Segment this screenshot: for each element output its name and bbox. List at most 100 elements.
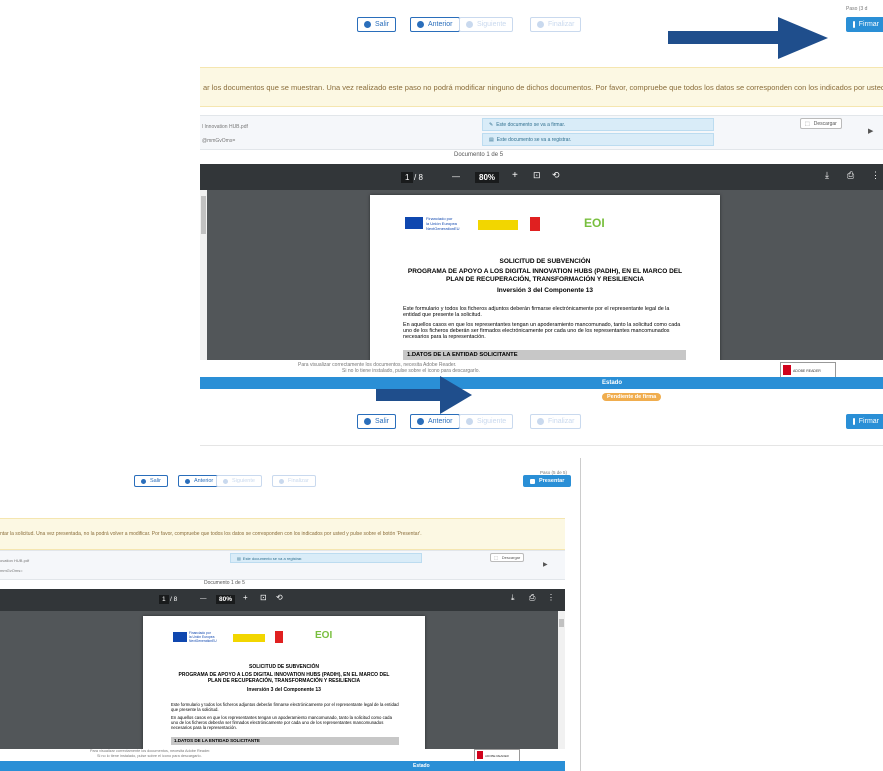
reader-notice-row: Para visualizar correctamente los docume… — [0, 749, 565, 762]
exit-icon — [141, 478, 146, 484]
zoom-in-icon[interactable]: + — [243, 593, 248, 602]
descargar-button[interactable]: ⬚ Descargar — [800, 118, 842, 129]
siguiente-label: Siguiente — [477, 418, 507, 425]
document-hash: mmGvOms= — [0, 568, 23, 573]
registrar-notice: ▤ Este documento se va a registrar. — [230, 553, 422, 563]
adobe-label: ADOBE READER — [793, 369, 821, 373]
eoi-logo: EOI — [315, 630, 333, 641]
zoom-out-icon[interactable]: — — [200, 595, 207, 602]
register-icon: ▤ — [237, 555, 241, 561]
doc-title-1: SOLICITUD DE SUBVENCIÓN — [248, 664, 319, 670]
estado-header: Estado — [0, 761, 565, 771]
firmar-label: Firmar — [858, 21, 879, 28]
firmar-notice: ✎ Este documento se va a firmar. — [482, 118, 714, 131]
pen-icon: ✎ — [489, 121, 494, 128]
pen-icon — [853, 418, 855, 425]
adobe-reader-download[interactable]: ADOBE READER — [780, 362, 836, 378]
anterior-button-bottom[interactable]: Anterior — [410, 414, 460, 429]
print-icon[interactable]: ⎙ — [529, 593, 535, 603]
firmar-button[interactable]: Firmar — [846, 17, 883, 32]
reader-note-2: Si no lo tiene instalado, pulse sobre el… — [97, 754, 202, 758]
descargar-label: Descargar — [501, 555, 521, 560]
doc-paragraph-2: En aquellos casos en que los representan… — [403, 322, 681, 340]
salir-label: Salir — [375, 418, 390, 425]
download-icon: ⬚ — [494, 555, 498, 560]
pdf-page-input[interactable]: 1 — [401, 172, 414, 183]
finalizar-label: Finalizar — [548, 21, 575, 28]
registrar-notice-text: Este documento se va a registrar. — [242, 555, 303, 561]
scrollbar[interactable] — [200, 190, 207, 360]
warning-banner: ar los documentos que se muestran. Una v… — [200, 67, 883, 107]
finalizar-button[interactable]: Finalizar — [272, 475, 316, 487]
anterior-button[interactable]: Anterior — [178, 475, 221, 487]
eu-line-3: NextGenerationEU — [426, 226, 460, 231]
download-icon[interactable]: ⤓ — [511, 593, 515, 603]
recovery-plan-logo — [275, 631, 283, 643]
arrow-pointer-icon — [376, 376, 472, 414]
doc-paragraph-1: Este formulario y todos los ficheros adj… — [171, 702, 399, 712]
pdf-viewer[interactable]: Financiado por la Unión Europea NextGene… — [0, 611, 565, 749]
adobe-icon — [477, 751, 483, 759]
anterior-label: Anterior — [194, 478, 214, 484]
eu-logo-text: Financiado por la Unión Europea NextGene… — [189, 631, 217, 643]
government-logo — [233, 634, 265, 642]
zoom-in-icon[interactable]: + — [512, 170, 518, 181]
download-icon[interactable]: ⤓ — [825, 170, 829, 181]
presentar-button[interactable]: Presentar — [523, 475, 572, 487]
pdf-toolbar: 1 / 8 — 80% + ⊡ ⟲ ⤓ ⎙ ⋮ — [0, 589, 565, 611]
siguiente-button[interactable]: Siguiente — [216, 475, 262, 487]
zoom-out-icon[interactable]: — — [452, 172, 460, 181]
print-icon[interactable]: ⎙ — [847, 170, 854, 181]
descargar-button[interactable]: ⬚ Descargar — [490, 553, 525, 562]
estado-header: Estado — [200, 377, 883, 389]
rotate-icon[interactable]: ⟲ — [552, 170, 560, 181]
anterior-button[interactable]: Anterior — [410, 17, 460, 32]
document-filename: l Innovation HUB.pdf — [202, 124, 248, 130]
registrar-notice: ▤ Este documento se va a registrar. — [482, 133, 714, 146]
siguiente-button[interactable]: Siguiente — [459, 17, 514, 32]
siguiente-button-bottom[interactable]: Siguiente — [459, 414, 514, 429]
pdf-page-total: / 8 — [170, 596, 178, 603]
finalizar-button-bottom[interactable]: Finalizar — [530, 414, 582, 429]
arrow-pointer-icon — [668, 17, 828, 59]
rotate-icon[interactable]: ⟲ — [276, 593, 283, 602]
step-label: Paso (3 d — [846, 6, 868, 12]
finish-icon — [537, 21, 544, 28]
warning-text: ntar la solicitud. Una vez presentada, n… — [0, 531, 422, 537]
pdf-page-input[interactable]: 1 — [159, 595, 169, 604]
scrollbar-thumb[interactable] — [201, 196, 206, 234]
doc-title-3: PLAN DE RECUPERACIÓN, TRANSFORMACIÓN Y R… — [445, 276, 645, 283]
doc-section-header: 1.DATOS DE LA ENTIDAD SOLICITANTE — [403, 350, 686, 360]
salir-button[interactable]: Salir — [134, 475, 169, 487]
expand-arrow-icon[interactable]: ▶ — [868, 127, 873, 135]
pdf-zoom-input[interactable]: 80% — [216, 595, 236, 604]
recovery-plan-logo — [530, 217, 540, 231]
finalizar-button[interactable]: Finalizar — [530, 17, 582, 32]
presentar-label: Presentar — [539, 478, 565, 484]
pdf-toolbar: 1 / 8 — 80% + ⊡ ⟲ ⤓ ⎙ ⋮ — [200, 164, 883, 190]
pdf-zoom-input[interactable]: 80% — [475, 172, 500, 183]
scrollbar[interactable] — [558, 611, 565, 749]
firmar-button-bottom[interactable]: Firmar — [846, 414, 883, 429]
scrollbar-thumb[interactable] — [559, 619, 564, 627]
more-options-icon[interactable]: ⋮ — [547, 593, 555, 602]
expand-arrow-icon[interactable]: ▶ — [543, 561, 548, 568]
siguiente-label: Siguiente — [232, 478, 255, 484]
salir-button[interactable]: Salir — [357, 17, 397, 32]
siguiente-label: Siguiente — [477, 21, 507, 28]
document-info-row: ovation HUB.pdf mmGvOms= ▤ Este documento… — [0, 550, 565, 580]
reader-note-2: Si no lo tiene instalado, pulse sobre el… — [342, 368, 480, 374]
pdf-viewer[interactable]: Financiado por la Unión Europea NextGene… — [200, 190, 883, 360]
doc-title-3: PLAN DE RECUPERACIÓN, TRANSFORMACIÓN Y R… — [207, 678, 361, 684]
anterior-label: Anterior — [428, 418, 453, 425]
salir-button-bottom[interactable]: Salir — [357, 414, 397, 429]
fit-page-icon[interactable]: ⊡ — [533, 170, 541, 181]
anterior-label: Anterior — [428, 21, 453, 28]
salir-label: Salir — [375, 21, 390, 28]
pdf-page: Financiado por la Unión Europea NextGene… — [370, 195, 720, 360]
register-icon: ▤ — [489, 136, 494, 143]
doc-title-1: SOLICITUD DE SUBVENCIÓN — [499, 258, 591, 265]
pdf-page-total: / 8 — [414, 173, 423, 182]
more-options-icon[interactable]: ⋮ — [871, 170, 880, 181]
fit-page-icon[interactable]: ⊡ — [260, 593, 267, 602]
